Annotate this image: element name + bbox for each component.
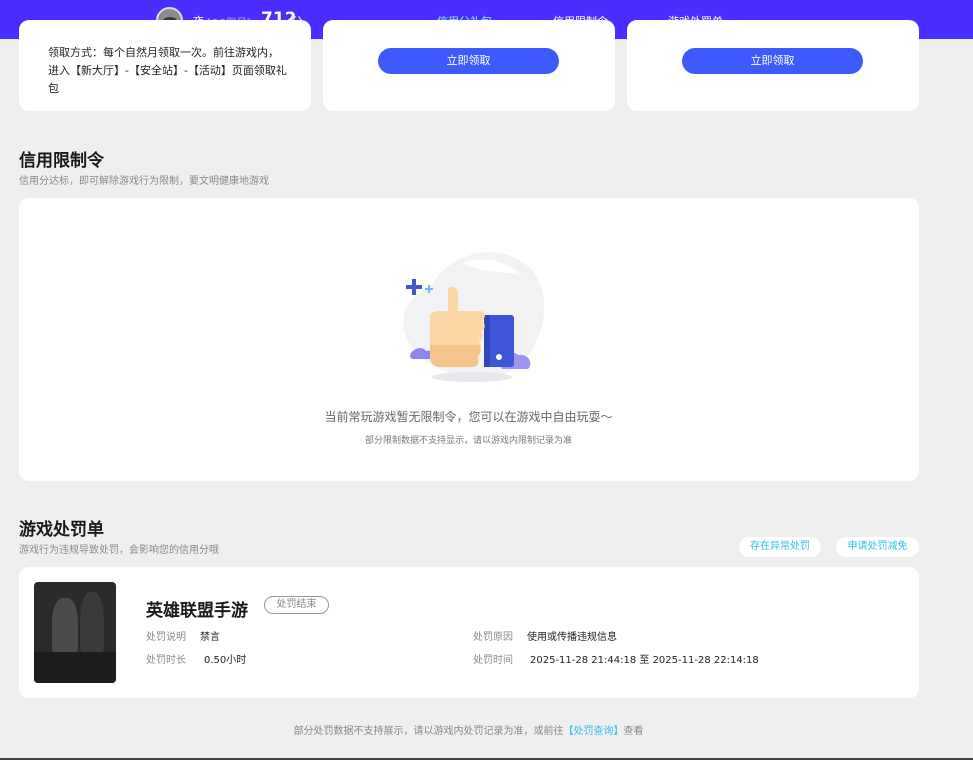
- restriction-title: 信用限制令: [19, 151, 104, 171]
- penalty-time-label: 处罚时间: [473, 655, 513, 666]
- penalty-subtitle: 游戏行为违规导致处罚，会影响您的信用分哦: [19, 545, 219, 556]
- claim-button[interactable]: 立即领取: [378, 48, 559, 74]
- penalty-duration-label: 处罚时长: [146, 655, 186, 666]
- penalty-desc-value: 禁言: [200, 632, 220, 643]
- appeal-penalty-button[interactable]: 申请处罚减免: [836, 537, 919, 557]
- game-cover-image: [34, 582, 116, 683]
- empty-restriction-message: 当前常玩游戏暂无限制令，您可以在游戏中自由玩耍～: [324, 410, 613, 424]
- restriction-subtitle: 信用分达标，即可解除游戏行为限制，要文明健康地游戏: [19, 176, 269, 187]
- abnormal-penalty-button[interactable]: 存在异常处罚: [739, 537, 821, 557]
- claim-instructions: 领取方式：每个自然月领取一次。前往游戏内，进入【新大厅】-【安全站】-【活动】页…: [48, 46, 287, 95]
- game-name: 英雄联盟手游: [146, 601, 248, 621]
- penalty-desc-label: 处罚说明: [146, 632, 186, 643]
- penalty-reason-value: 使用或传播违规信息: [527, 632, 617, 643]
- penalty-time-value: 2025-11-28 21:44:18 至 2025-11-28 22:14:1…: [530, 655, 759, 666]
- penalty-query-link[interactable]: 【处罚查询】: [564, 726, 624, 737]
- footer-text-end: 查看: [623, 726, 644, 737]
- thumbs-up-icon: [403, 252, 545, 382]
- restriction-note: 部分限制数据不支持显示，请以游戏内限制记录为准: [364, 436, 572, 446]
- penalty-title: 游戏处罚单: [19, 520, 104, 540]
- claim-button[interactable]: 立即领取: [682, 48, 863, 74]
- penalty-duration-value: 0.50小时: [204, 655, 247, 666]
- status-badge: 处罚结束: [264, 596, 329, 614]
- footer-text: 部分处罚数据不支持展示，请以游戏内处罚记录为准，或前往: [293, 726, 564, 737]
- footer-note: 部分处罚数据不支持展示，请以游戏内处罚记录为准，或前往【处罚查询】查看: [0, 722, 937, 737]
- penalty-reason-label: 处罚原因: [473, 632, 513, 643]
